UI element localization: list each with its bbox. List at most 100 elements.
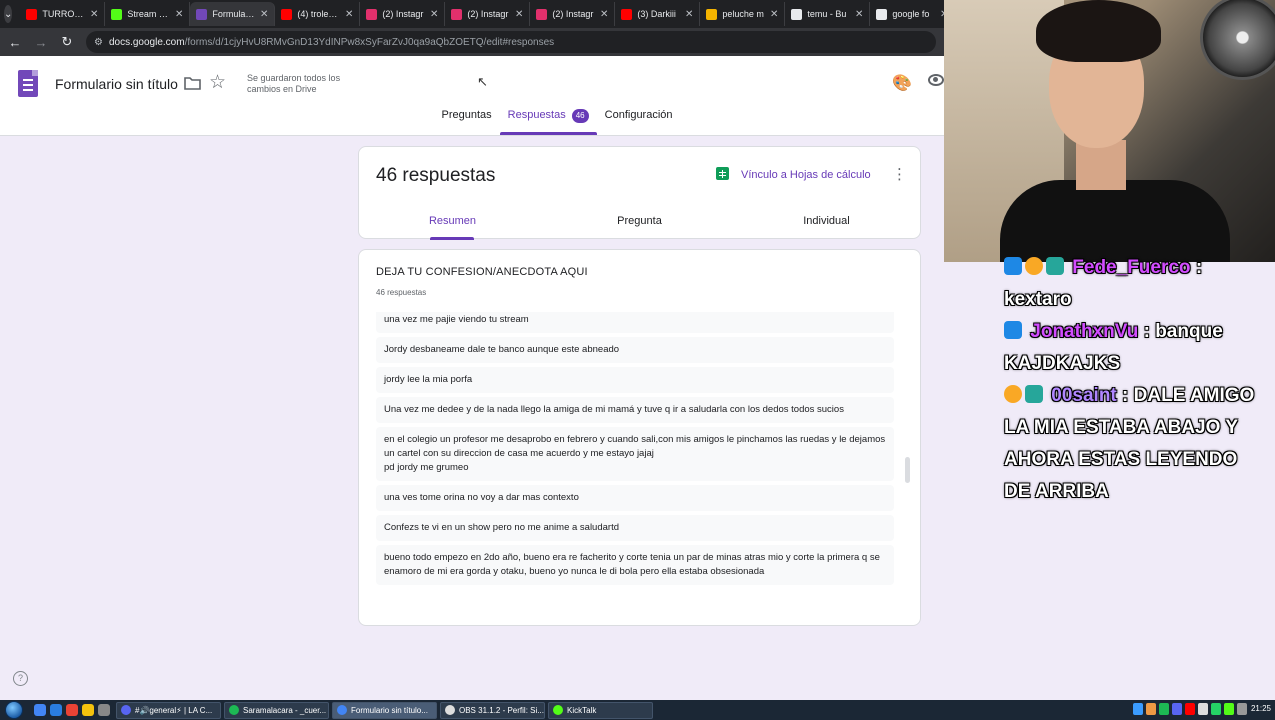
task-label: OBS 31.1.2 - Perfil: Si... (459, 705, 544, 715)
webcam-overlay (944, 0, 1275, 262)
browser-toolbar: ← → ↻ ⚙ docs.google.com/forms/d/1cjyHvU8… (0, 28, 944, 56)
taskbar-window-button[interactable]: KickTalk (548, 701, 653, 719)
chat-message: JonathxnVu : banque KAJDKAJKS (1004, 321, 1223, 374)
close-tab-icon[interactable]: ✕ (175, 9, 183, 20)
close-tab-icon[interactable]: ✕ (685, 9, 693, 20)
browser-icon[interactable] (66, 704, 78, 716)
tray-icon[interactable] (1211, 703, 1221, 715)
tray-icon[interactable] (1133, 703, 1143, 715)
folder-icon[interactable] (82, 704, 94, 716)
url-path: /forms/d/1cjyHvU8RMvGnD13YdINPw8xSyFarZv… (184, 36, 555, 48)
google-forms-logo-icon[interactable] (18, 70, 38, 97)
favicon-icon (451, 8, 463, 20)
answers-list[interactable]: una vez me pajie viendo tu stream Jordy d… (376, 312, 894, 610)
site-info-icon[interactable]: ⚙ (94, 37, 103, 48)
quick-launch (28, 704, 116, 716)
help-icon[interactable]: ? (13, 671, 28, 686)
close-tab-icon[interactable]: ✕ (90, 9, 98, 20)
windows-logo-icon (5, 701, 23, 719)
tab-respuestas[interactable]: Respuestas 46 (499, 109, 597, 135)
sheets-icon[interactable] (716, 167, 729, 180)
fan-image (1200, 0, 1275, 80)
preview-eye-icon[interactable] (928, 74, 944, 86)
start-button[interactable] (0, 700, 28, 720)
taskbar-window-button[interactable]: Formulario sin título... (332, 701, 437, 719)
browser-tab[interactable]: Stream - K ✕ (105, 2, 191, 26)
back-icon[interactable]: ← (8, 35, 22, 50)
subtab-resumen[interactable]: Resumen (359, 207, 546, 240)
system-tray (1133, 703, 1247, 715)
chrome-icon[interactable] (34, 704, 46, 716)
tray-icon[interactable] (1172, 703, 1182, 715)
favicon-icon (876, 8, 888, 20)
chat-username: 00saint (1051, 385, 1117, 406)
tray-icon[interactable] (1198, 703, 1208, 715)
tab-search-icon[interactable]: ⌄ (4, 5, 13, 23)
tab-title: temu - Bu (807, 9, 847, 19)
tray-icon[interactable] (1224, 703, 1234, 715)
browser-tab[interactable]: Formulario ✕ (190, 2, 276, 26)
folder-icon[interactable] (184, 76, 201, 90)
browser-tab[interactable]: (3) Darkiii ✕ (615, 2, 701, 26)
favicon-icon (26, 8, 38, 20)
app-icon[interactable] (98, 704, 110, 716)
tray-icon[interactable] (1146, 703, 1156, 715)
subtab-pregunta[interactable]: Pregunta (546, 207, 733, 240)
task-label: Saramalacara - _cuer... (243, 705, 327, 715)
form-title[interactable]: Formulario sin título (55, 76, 178, 92)
link-to-sheets-button[interactable]: Vínculo a Hojas de cálculo (741, 169, 871, 181)
url-host: docs.google.com (108, 36, 185, 48)
browser-tab[interactable]: TURROBA ✕ (20, 2, 106, 26)
browser-tab[interactable]: temu - Bu ✕ (785, 2, 871, 26)
reload-icon[interactable]: ↻ (60, 34, 74, 50)
answer-item: Confezs te vi en un show pero no me anim… (376, 515, 894, 541)
browser-tab[interactable]: (2) Instagr ✕ (530, 2, 616, 26)
chat-message: 00saint : DALE AMIGO LA MIA ESTABA ABAJO… (1004, 385, 1255, 502)
answer-item: en el colegio un profesor me desaprobo e… (376, 427, 894, 481)
palette-icon[interactable]: 🎨 (892, 73, 912, 93)
close-tab-icon[interactable]: ✕ (600, 9, 608, 20)
browser-tab[interactable]: peluche m ✕ (700, 2, 786, 26)
responses-subtabs: Resumen Pregunta Individual (359, 207, 920, 240)
browser-tab[interactable]: (2) Instagr ✕ (360, 2, 446, 26)
taskbar-window-button[interactable]: Saramalacara - _cuer... (224, 701, 329, 719)
edge-icon[interactable] (50, 704, 62, 716)
taskbar-clock[interactable]: 21:25 (1251, 704, 1271, 713)
answer-item: una ves tome orina no voy a dar mas cont… (376, 485, 894, 511)
answer-item: una vez me pajie viendo tu stream (376, 312, 894, 333)
badge-icon (1025, 257, 1043, 275)
tab-configuracion[interactable]: Configuración (597, 109, 681, 135)
forward-icon[interactable]: → (34, 35, 48, 50)
task-label: KickTalk (567, 705, 597, 715)
tab-preguntas[interactable]: Preguntas (433, 109, 499, 135)
task-label: #🔊general⚡ | LA C... (135, 705, 213, 715)
star-icon[interactable]: ☆ (209, 71, 226, 94)
close-tab-icon[interactable]: ✕ (430, 9, 438, 20)
browser-tab[interactable]: (2) Instagr ✕ (445, 2, 531, 26)
taskbar-window-button[interactable]: OBS 31.1.2 - Perfil: Si... (440, 701, 545, 719)
favicon-icon (196, 8, 208, 20)
favicon-icon (111, 8, 123, 20)
close-tab-icon[interactable]: ✕ (260, 9, 268, 20)
form-tabs: Preguntas Respuestas 46 Configuración (0, 109, 944, 135)
close-tab-icon[interactable]: ✕ (770, 9, 778, 20)
subtab-individual[interactable]: Individual (733, 207, 920, 240)
badge-icon (1004, 321, 1022, 339)
close-tab-icon[interactable]: ✕ (515, 9, 523, 20)
tray-icon[interactable] (1159, 703, 1169, 715)
browser-tab[interactable]: (4) troleado ✕ (275, 2, 361, 26)
more-options-icon[interactable]: ⋮ (892, 165, 907, 183)
tab-title: (2) Instagr (552, 9, 594, 19)
tab-title: (4) troleado (297, 9, 340, 19)
answers-scrollbar[interactable] (905, 457, 910, 483)
volume-icon[interactable] (1237, 703, 1247, 715)
answer-item: bueno todo empezo en 2do año, bueno era … (376, 545, 894, 585)
url-bar[interactable]: ⚙ docs.google.com/forms/d/1cjyHvU8RMvGnD… (86, 31, 936, 53)
taskbar-window-button[interactable]: #🔊general⚡ | LA C... (116, 701, 221, 719)
responses-badge: 46 (571, 109, 589, 123)
close-tab-icon[interactable]: ✕ (855, 9, 863, 20)
browser-tab[interactable]: google fo✕ (870, 2, 956, 26)
question-response-count: 46 respuestas (376, 288, 427, 297)
tray-icon[interactable] (1185, 703, 1195, 715)
close-tab-icon[interactable]: ✕ (345, 9, 353, 20)
